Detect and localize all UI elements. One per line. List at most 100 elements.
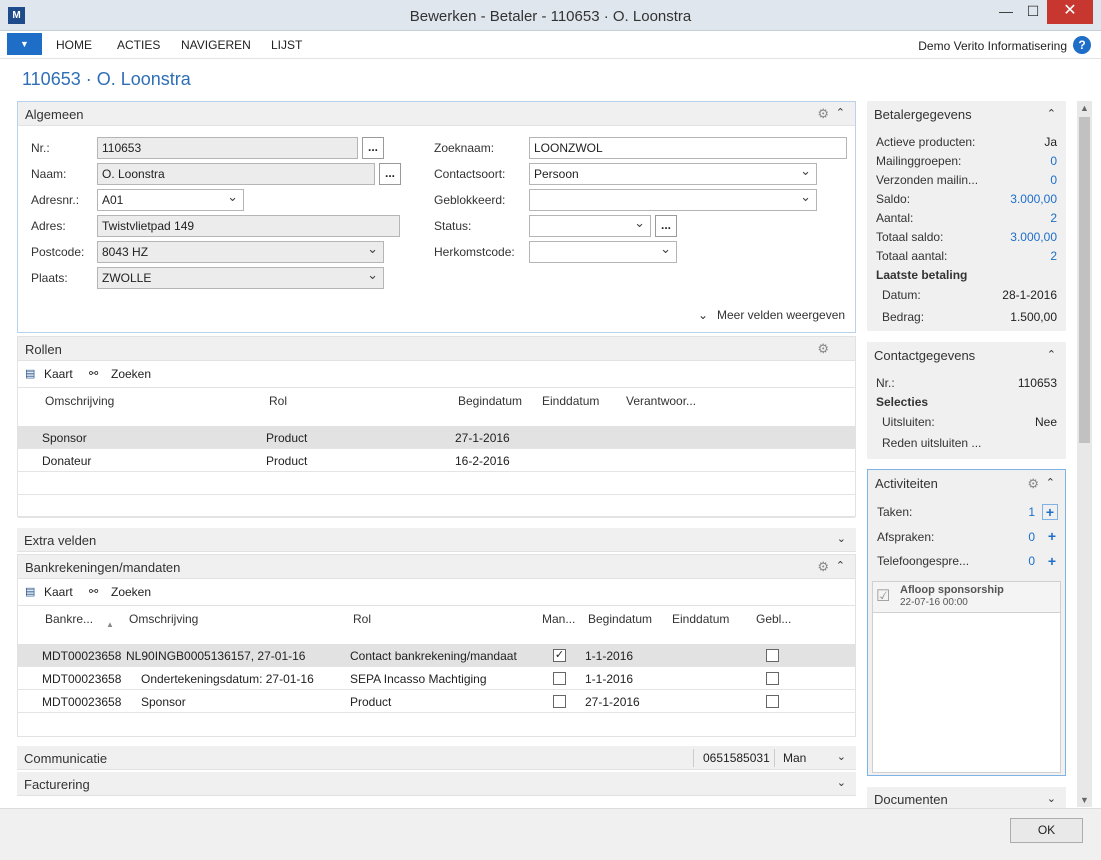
more-fields-link[interactable]: Meer velden weergeven [717, 308, 845, 322]
contactsoort-select[interactable]: Persoon [529, 163, 817, 185]
geblokkeerd-checkbox[interactable] [766, 649, 779, 662]
chevron-up-icon[interactable]: ⌃ [1047, 107, 1056, 120]
field-value-link[interactable]: 2 [1050, 249, 1057, 263]
gear-icon[interactable]: ⚙ [1027, 476, 1039, 492]
column-header[interactable]: Bankre... [45, 612, 93, 626]
factbox-header[interactable]: Betalergegevens ⌃ [867, 101, 1066, 128]
factbox-header[interactable]: Contactgegevens ⌃ [867, 342, 1066, 369]
chevron-down-icon[interactable]: ⌄ [837, 776, 846, 789]
geblokkeerd-checkbox[interactable] [766, 695, 779, 708]
fasttab-header[interactable]: Bankrekeningen/mandaten ⚙ ⌃ [18, 555, 855, 579]
fasttab-header[interactable]: Rollen ⚙ [18, 337, 855, 361]
column-header[interactable]: Omschrijving [45, 394, 114, 408]
status-select[interactable] [529, 215, 651, 237]
field-value-link[interactable]: 0 [1050, 154, 1057, 168]
nr-lookup-button[interactable]: ... [362, 137, 384, 159]
kaart-button[interactable]: Kaart [44, 585, 73, 599]
zoeken-button[interactable]: Zoeken [111, 367, 151, 381]
column-header[interactable]: Omschrijving [129, 612, 198, 626]
field-value-link[interactable]: 1 [1028, 505, 1035, 519]
fasttab-header[interactable]: Extra velden ⌄ [17, 528, 856, 552]
geblokkeerd-select[interactable] [529, 189, 817, 211]
field-value-link[interactable]: 3.000,00 [1010, 192, 1057, 206]
fasttab-header[interactable]: Facturering ⌄ [17, 772, 856, 796]
chevron-down-icon[interactable]: ⌄ [1047, 792, 1056, 805]
ribbon: ▼ HOME ACTIES NAVIGEREN LIJST Demo Verit… [0, 31, 1101, 59]
naam-field[interactable]: O. Loonstra [97, 163, 375, 185]
factbox-group: Laatste betaling [876, 268, 1057, 286]
column-header[interactable]: Begindatum [458, 394, 522, 408]
column-header[interactable]: Rol [269, 394, 287, 408]
application-menu-button[interactable]: ▼ [7, 33, 42, 55]
kaart-button[interactable]: Kaart [44, 367, 73, 381]
table-row[interactable]: MDT00023658 NL90INGB0005136157, 27-01-16… [18, 644, 855, 667]
table-row[interactable]: Donateur Product 16-2-2016 [18, 449, 855, 472]
chevron-down-icon[interactable]: ⌄ [837, 750, 846, 763]
column-header[interactable]: Rol [353, 612, 371, 626]
scroll-down-icon[interactable]: ▼ [1077, 795, 1092, 805]
close-button[interactable]: ✕ [1047, 0, 1093, 24]
gear-icon[interactable]: ⚙ [817, 341, 829, 357]
tab-navigeren[interactable]: NAVIGEREN [181, 38, 251, 52]
column-header[interactable]: Verantwoor... [626, 394, 696, 408]
mandaat-checkbox[interactable] [553, 695, 566, 708]
tab-acties[interactable]: ACTIES [117, 38, 160, 52]
factbox-documenten: Documenten ⌄ [867, 787, 1066, 808]
gear-icon[interactable]: ⚙ [817, 559, 829, 575]
chevron-up-icon[interactable]: ⌃ [1047, 348, 1056, 361]
cell: Sponsor [42, 431, 87, 445]
factbox-header[interactable]: Activiteiten ⚙ ⌃ [868, 470, 1065, 497]
chevron-down-icon[interactable]: ⌄ [837, 532, 846, 545]
task-item[interactable]: ☑ Afloop sponsorship 22-07-16 00:00 [873, 582, 1060, 613]
field-value-link[interactable]: 0 [1028, 530, 1035, 544]
cell: 16-2-2016 [455, 454, 510, 468]
table-row[interactable]: MDT00023658 Sponsor Product 27-1-2016 [18, 690, 855, 713]
cell: Sponsor [141, 695, 186, 709]
field-value-link[interactable]: 0 [1050, 173, 1057, 187]
factbox-header[interactable]: Documenten ⌄ [867, 787, 1066, 808]
adresnr-select[interactable]: A01 [97, 189, 244, 211]
zoeknaam-field[interactable]: LOONZWOL [529, 137, 847, 159]
help-icon[interactable]: ? [1073, 36, 1091, 54]
vertical-scrollbar[interactable]: ▲ ▼ [1077, 101, 1092, 807]
chevron-up-icon[interactable]: ⌃ [836, 559, 845, 572]
tab-lijst[interactable]: LIJST [271, 38, 302, 52]
postcode-select[interactable]: 8043 HZ [97, 241, 384, 263]
table-row[interactable]: MDT00023658 Ondertekeningsdatum: 27-01-1… [18, 667, 855, 690]
field-value-link[interactable]: 0 [1028, 554, 1035, 568]
add-afspraak-icon[interactable]: + [1048, 528, 1056, 544]
column-header[interactable]: Gebl... [756, 612, 791, 626]
naam-lookup-button[interactable]: ... [379, 163, 401, 185]
column-header[interactable]: Einddatum [542, 394, 599, 408]
chevron-down-icon[interactable]: ⌄ [698, 308, 708, 322]
chevron-up-icon[interactable]: ⌃ [1046, 476, 1055, 489]
ok-button[interactable]: OK [1010, 818, 1083, 843]
status-lookup-button[interactable]: ... [655, 215, 677, 237]
mandaat-checkbox[interactable]: ✓ [553, 649, 566, 662]
minimize-button[interactable]: — [992, 0, 1020, 24]
table-row[interactable]: Sponsor Product 27-1-2016 [18, 426, 855, 449]
adres-field[interactable]: Twistvlietpad 149 [97, 215, 400, 237]
column-header[interactable]: Man... [542, 612, 575, 626]
field-value-link[interactable]: 2 [1050, 211, 1057, 225]
tab-home[interactable]: HOME [56, 38, 92, 52]
herkomstcode-select[interactable] [529, 241, 677, 263]
nr-field[interactable]: 110653 [97, 137, 358, 159]
field-value-link[interactable]: 3.000,00 [1010, 230, 1057, 244]
fasttab-header[interactable]: Communicatie 0651585031 Man ⌄ [17, 746, 856, 770]
scroll-up-icon[interactable]: ▲ [1077, 103, 1092, 113]
zoeken-button[interactable]: Zoeken [111, 585, 151, 599]
fasttab-header[interactable]: Algemeen ⚙ ⌃ [18, 102, 855, 126]
factbox-title: Contactgegevens [874, 348, 976, 363]
maximize-button[interactable]: ☐ [1020, 0, 1046, 24]
add-taak-icon[interactable]: + [1042, 504, 1058, 520]
geblokkeerd-checkbox[interactable] [766, 672, 779, 685]
gear-icon[interactable]: ⚙ [817, 106, 829, 122]
scrollbar-thumb[interactable] [1079, 117, 1090, 443]
mandaat-checkbox[interactable] [553, 672, 566, 685]
plaats-select[interactable]: ZWOLLE [97, 267, 384, 289]
column-header[interactable]: Begindatum [588, 612, 652, 626]
add-telefoongesprek-icon[interactable]: + [1048, 553, 1056, 569]
chevron-up-icon[interactable]: ⌃ [836, 106, 845, 119]
column-header[interactable]: Einddatum [672, 612, 729, 626]
